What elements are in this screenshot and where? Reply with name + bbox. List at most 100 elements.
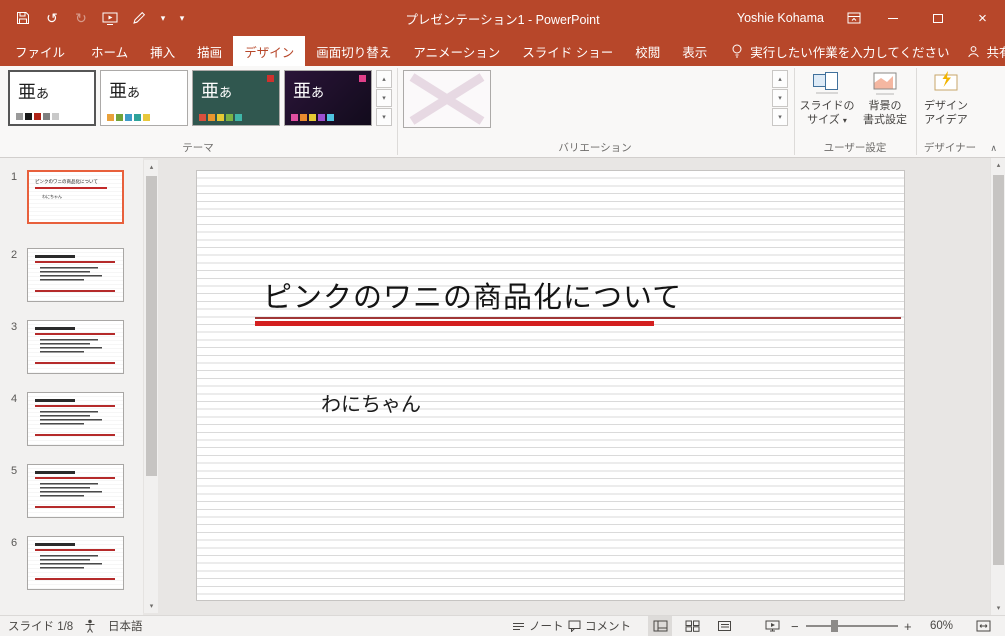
notes-icon	[512, 621, 525, 632]
panel-scrollbar[interactable]: ▴ ▾	[143, 160, 158, 613]
comment-icon	[568, 620, 581, 632]
customize-qat-icon[interactable]: ▾	[177, 7, 187, 29]
zoom-level[interactable]: 60%	[930, 616, 953, 636]
tab-file[interactable]: ファイル	[0, 36, 80, 66]
theme-thumbnail[interactable]: 亜あ	[100, 70, 188, 126]
share-button[interactable]: 共有	[950, 36, 1005, 66]
variant-scroll-down-icon[interactable]: ▾	[772, 89, 788, 107]
slide-thumbnail-2[interactable]	[27, 248, 124, 302]
slide-thumbnail-3[interactable]	[27, 320, 124, 374]
theme-gallery-more-icon[interactable]: ▾	[376, 108, 392, 126]
theme-accent-dot	[359, 75, 366, 82]
variant-gallery-more-icon[interactable]: ▾	[772, 108, 788, 126]
slide-number: 1	[11, 171, 18, 183]
maximize-button[interactable]	[915, 0, 960, 36]
theme-sample-text: 亜あ	[18, 82, 50, 102]
tab-insert[interactable]: 挿入	[139, 36, 186, 66]
share-label: 共有	[986, 45, 1005, 60]
tab-view[interactable]: 表示	[671, 36, 718, 66]
slide-thumbnail-6[interactable]	[27, 536, 124, 590]
theme-scroll-up-icon[interactable]: ▴	[376, 70, 392, 88]
variant-scroll-up-icon[interactable]: ▴	[772, 70, 788, 88]
zoom-slider-track[interactable]	[806, 625, 898, 627]
pen-icon[interactable]	[129, 7, 149, 29]
group-label-designer: デザイナー	[923, 142, 977, 154]
zoom-slider-thumb[interactable]	[831, 620, 838, 632]
title-underline-thick	[255, 321, 654, 326]
minimize-button[interactable]	[870, 0, 915, 36]
undo-icon[interactable]: ↺	[42, 7, 62, 29]
user-name[interactable]: Yoshie Kohama	[737, 11, 824, 25]
mini-slide-title: ピンクのワニの商品化について	[35, 179, 98, 184]
theme-thumbnail[interactable]: 亜あ	[284, 70, 372, 126]
slide-thumbnail-1[interactable]: ピンクのワニの商品化について わにちゃん	[27, 170, 124, 224]
ribbon-display-options-icon[interactable]	[838, 0, 870, 36]
tell-me-label: 実行したい作業を入力してください	[750, 45, 950, 60]
tab-transitions[interactable]: 画面切り替え	[305, 36, 402, 66]
collapse-ribbon-icon[interactable]: ∧	[990, 143, 997, 154]
panel-scroll-up-icon[interactable]: ▴	[144, 160, 159, 174]
canvas-scroll-up-icon[interactable]: ▴	[991, 158, 1005, 172]
ribbon-tab-row: ファイル ホーム 挿入 描画 デザイン 画面切り替え アニメーション スライド …	[0, 36, 1005, 66]
notes-button[interactable]: ノート	[512, 616, 564, 636]
theme-sample-text: 亜あ	[109, 81, 141, 101]
start-slideshow-icon[interactable]	[100, 7, 120, 29]
slide-number: 5	[11, 465, 18, 477]
fit-to-window-button[interactable]	[976, 616, 991, 636]
reading-view-button[interactable]	[712, 616, 736, 636]
slide-number: 6	[11, 537, 18, 549]
theme-scroll-down-icon[interactable]: ▾	[376, 89, 392, 107]
theme-accent-dot	[267, 75, 274, 82]
titlebar: ↺ ↻ ▾ ▾ プレゼンテーション1 - PowerPoint Yoshie K…	[0, 0, 1005, 36]
theme-thumbnail-current[interactable]: 亜あ	[8, 70, 96, 126]
slide-number: 3	[11, 321, 18, 333]
format-background-label-2: 書式設定	[863, 114, 907, 126]
theme-thumbnail[interactable]: 亜あ	[192, 70, 280, 126]
zoom-out-button[interactable]: −	[791, 616, 799, 636]
slideshow-view-button[interactable]	[760, 616, 784, 636]
normal-view-button[interactable]	[648, 616, 672, 636]
zoom-in-button[interactable]: +	[904, 616, 912, 636]
slide-subtitle[interactable]: わにちゃん	[321, 388, 421, 417]
tab-draw[interactable]: 描画	[186, 36, 233, 66]
panel-scroll-down-icon[interactable]: ▾	[144, 599, 159, 613]
slide-thumbnail-4[interactable]	[27, 392, 124, 446]
close-button[interactable]: ×	[960, 0, 1005, 36]
ribbon-design: 亜あ 亜あ 亜あ 亜あ ▴ ▾ ▾ ▴ ▾ ▾ スライドの サイズ ▾ 背景の …	[0, 66, 1005, 158]
tab-slideshow[interactable]: スライド ショー	[511, 36, 624, 66]
design-ideas-button[interactable]: デザイン アイデア	[920, 70, 972, 127]
tab-home[interactable]: ホーム	[80, 36, 139, 66]
slide-sorter-view-button[interactable]	[680, 616, 704, 636]
canvas-scroll-down-icon[interactable]: ▾	[991, 601, 1005, 615]
slide-title[interactable]: ピンクのワニの商品化について	[263, 274, 682, 316]
theme-gallery-scroll: ▴ ▾ ▾	[376, 70, 392, 127]
slide-size-button[interactable]: スライドの サイズ ▾	[798, 70, 856, 128]
comments-button[interactable]: コメント	[568, 616, 631, 636]
slide-thumbnail-5[interactable]	[27, 464, 124, 518]
format-background-button[interactable]: 背景の 書式設定	[857, 70, 913, 127]
statusbar: スライド 1/8 日本語 ノート コメント − + 60%	[0, 615, 1005, 636]
mini-red-line	[35, 187, 107, 189]
canvas-scrollbar[interactable]: ▴ ▾	[990, 158, 1005, 615]
accessibility-icon[interactable]	[84, 616, 96, 636]
theme-sample-text: 亜あ	[201, 81, 233, 101]
canvas-scrollbar-thumb[interactable]	[993, 175, 1004, 565]
mini-slide-subtitle: わにちゃん	[42, 194, 62, 199]
variant-thumbnail[interactable]	[403, 70, 491, 128]
variant-gallery-scroll: ▴ ▾ ▾	[772, 70, 788, 127]
save-icon[interactable]	[13, 7, 33, 29]
quick-access-toolbar: ↺ ↻ ▾ ▾	[0, 0, 187, 36]
theme-palette	[199, 114, 242, 121]
format-background-label-1: 背景の	[868, 100, 902, 112]
panel-scrollbar-thumb[interactable]	[146, 176, 157, 476]
group-label-themes: テーマ	[182, 142, 214, 154]
tab-animations[interactable]: アニメーション	[402, 36, 511, 66]
slide-canvas[interactable]: ピンクのワニの商品化について わにちゃん	[196, 170, 905, 601]
tab-review[interactable]: 校閲	[624, 36, 671, 66]
tab-design[interactable]: デザイン	[233, 36, 306, 66]
pen-dropdown-icon[interactable]: ▾	[158, 7, 168, 29]
language-button[interactable]: 日本語	[108, 616, 143, 636]
tell-me-box[interactable]: 実行したい作業を入力してください	[731, 36, 950, 66]
redo-icon[interactable]: ↻	[71, 7, 91, 29]
lightbulb-icon	[731, 44, 743, 59]
